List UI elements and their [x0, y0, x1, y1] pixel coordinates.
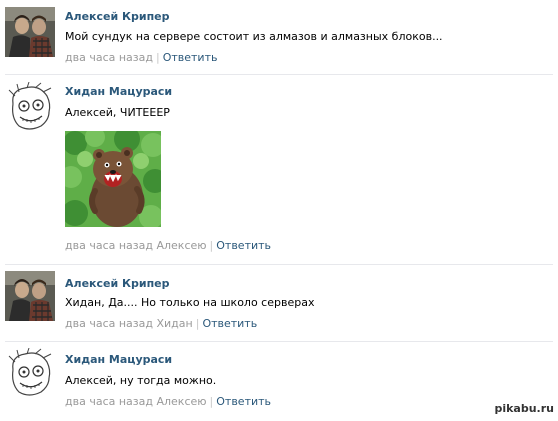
- comment-text: Хидан, Да.... Но только на школо сервера…: [65, 296, 315, 309]
- comment-meta: два часа назад Алексею | Ответить: [65, 395, 271, 408]
- meta-separator: |: [155, 51, 160, 64]
- comment-author[interactable]: Хидан Мацураси: [65, 353, 172, 366]
- avatar-aleksey[interactable]: [5, 271, 55, 321]
- reply-button[interactable]: Ответить: [202, 317, 257, 330]
- comment-item: Алексей Крипер Мой сундук на сервере сос…: [0, 0, 556, 74]
- comment-item: Алексей Крипер Хидан, Да.... Но только н…: [0, 265, 556, 341]
- comment-time[interactable]: два часа назад: [65, 395, 153, 408]
- comment-text: Мой сундук на сервере состоит из алмазов…: [65, 30, 443, 43]
- comment-author[interactable]: Алексей Крипер: [65, 277, 170, 290]
- comment-meta: два часа назад Алексею | Ответить: [65, 239, 271, 252]
- comment-meta: два часа назад Хидан | Ответить: [65, 317, 257, 330]
- meta-separator: |: [209, 239, 214, 252]
- bear-sticker-image[interactable]: [65, 131, 161, 227]
- comment-text: Алексей, ну тогда можно.: [65, 374, 217, 387]
- reply-to-name[interactable]: Алексею: [156, 395, 206, 408]
- comment-text: Алексей, ЧИТЕЕЕР: [65, 106, 170, 119]
- avatar-hidan[interactable]: [5, 82, 55, 132]
- reply-button[interactable]: Ответить: [216, 395, 271, 408]
- comment-time[interactable]: два часа назад: [65, 239, 153, 252]
- meta-separator: |: [209, 395, 214, 408]
- reply-button[interactable]: Ответить: [216, 239, 271, 252]
- comment-item: Хидан Мацураси Алексей, ну тогда можно. …: [0, 342, 556, 421]
- watermark-logo: pikabu.ru: [494, 402, 554, 415]
- reply-to-name[interactable]: Алексею: [156, 239, 206, 252]
- comment-author[interactable]: Алексей Крипер: [65, 10, 170, 23]
- avatar-hidan[interactable]: [5, 348, 55, 398]
- comment-time[interactable]: два часа назад: [65, 317, 153, 330]
- reply-to-name[interactable]: Хидан: [156, 317, 192, 330]
- reply-button[interactable]: Ответить: [163, 51, 218, 64]
- comments-feed: Алексей Крипер Мой сундук на сервере сос…: [0, 0, 558, 421]
- comment-item: Хидан Мацураси Алексей, ЧИТЕЕЕР два часа…: [0, 75, 556, 264]
- comment-time[interactable]: два часа назад: [65, 51, 153, 64]
- comment-meta: два часа назад | Ответить: [65, 51, 217, 64]
- comment-author[interactable]: Хидан Мацураси: [65, 85, 172, 98]
- avatar-aleksey[interactable]: [5, 7, 55, 57]
- meta-separator: |: [195, 317, 200, 330]
